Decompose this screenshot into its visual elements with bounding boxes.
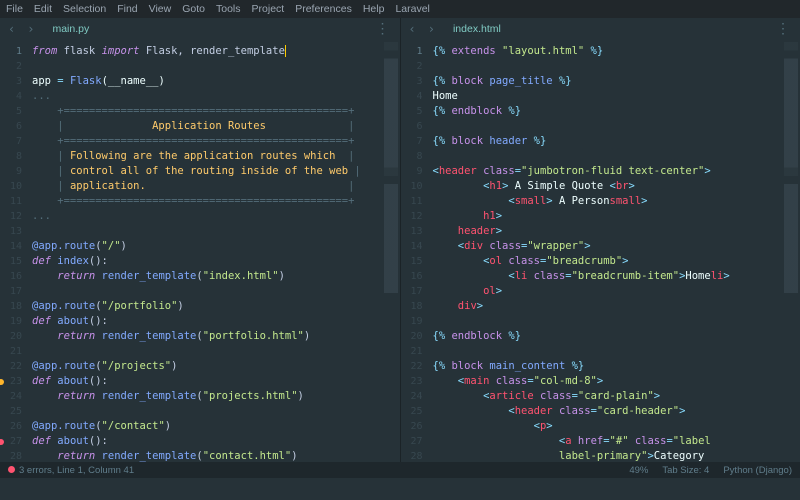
- left-tabbar: ‹ › main.py ⋮: [0, 18, 400, 40]
- menu-laravel[interactable]: Laravel: [395, 3, 429, 15]
- menu-view[interactable]: View: [149, 3, 172, 15]
- nav-fwd-icon[interactable]: ›: [424, 22, 439, 36]
- status-bar: 3 errors, Line 1, Column 41 49% Tab Size…: [0, 462, 800, 478]
- pane-menu-icon[interactable]: ⋮: [770, 21, 796, 37]
- minimap-left[interactable]: [384, 42, 398, 460]
- tab-index-html[interactable]: index.html: [445, 18, 509, 40]
- right-tabbar: ‹ › index.html ⋮: [401, 18, 800, 40]
- nav-back-icon[interactable]: ‹: [405, 22, 420, 36]
- menu-tools[interactable]: Tools: [216, 3, 241, 15]
- nav-fwd-icon[interactable]: ›: [23, 22, 38, 36]
- left-pane: ‹ › main.py ⋮ 123456789101112131415161718…: [0, 18, 401, 462]
- menu-bar: File Edit Selection Find View Goto Tools Projec…: [0, 0, 800, 18]
- gutter-left: 1234567891011121314151617181920212223242…: [0, 40, 28, 462]
- right-pane: ‹ › index.html ⋮ 123456789101112131415161…: [401, 18, 800, 462]
- menu-help[interactable]: Help: [363, 3, 385, 15]
- code-left[interactable]: from flask import Flask, render_template…: [28, 40, 382, 462]
- status-percent: 49%: [629, 465, 648, 476]
- status-errors[interactable]: 3 errors, Line 1, Column 41: [8, 465, 134, 476]
- menu-edit[interactable]: Edit: [34, 3, 52, 15]
- editor-panes: ‹ › main.py ⋮ 123456789101112131415161718…: [0, 18, 800, 462]
- minimap-right[interactable]: [784, 42, 798, 460]
- menu-project[interactable]: Project: [252, 3, 285, 15]
- status-tabsize[interactable]: Tab Size: 4: [662, 465, 709, 476]
- gutter-right: 1234567891011121314151617181920212223242…: [401, 40, 429, 462]
- code-right[interactable]: {% extends "layout.html" %} {% block pag…: [429, 40, 783, 462]
- menu-find[interactable]: Find: [117, 3, 137, 15]
- nav-back-icon[interactable]: ‹: [4, 22, 19, 36]
- menu-goto[interactable]: Goto: [182, 3, 205, 15]
- pane-menu-icon[interactable]: ⋮: [370, 21, 396, 37]
- tab-main-py[interactable]: main.py: [44, 18, 97, 40]
- menu-selection[interactable]: Selection: [63, 3, 106, 15]
- menu-preferences[interactable]: Preferences: [295, 3, 352, 15]
- status-lang[interactable]: Python (Django): [723, 465, 792, 476]
- menu-file[interactable]: File: [6, 3, 23, 15]
- error-dot-icon: [8, 466, 15, 473]
